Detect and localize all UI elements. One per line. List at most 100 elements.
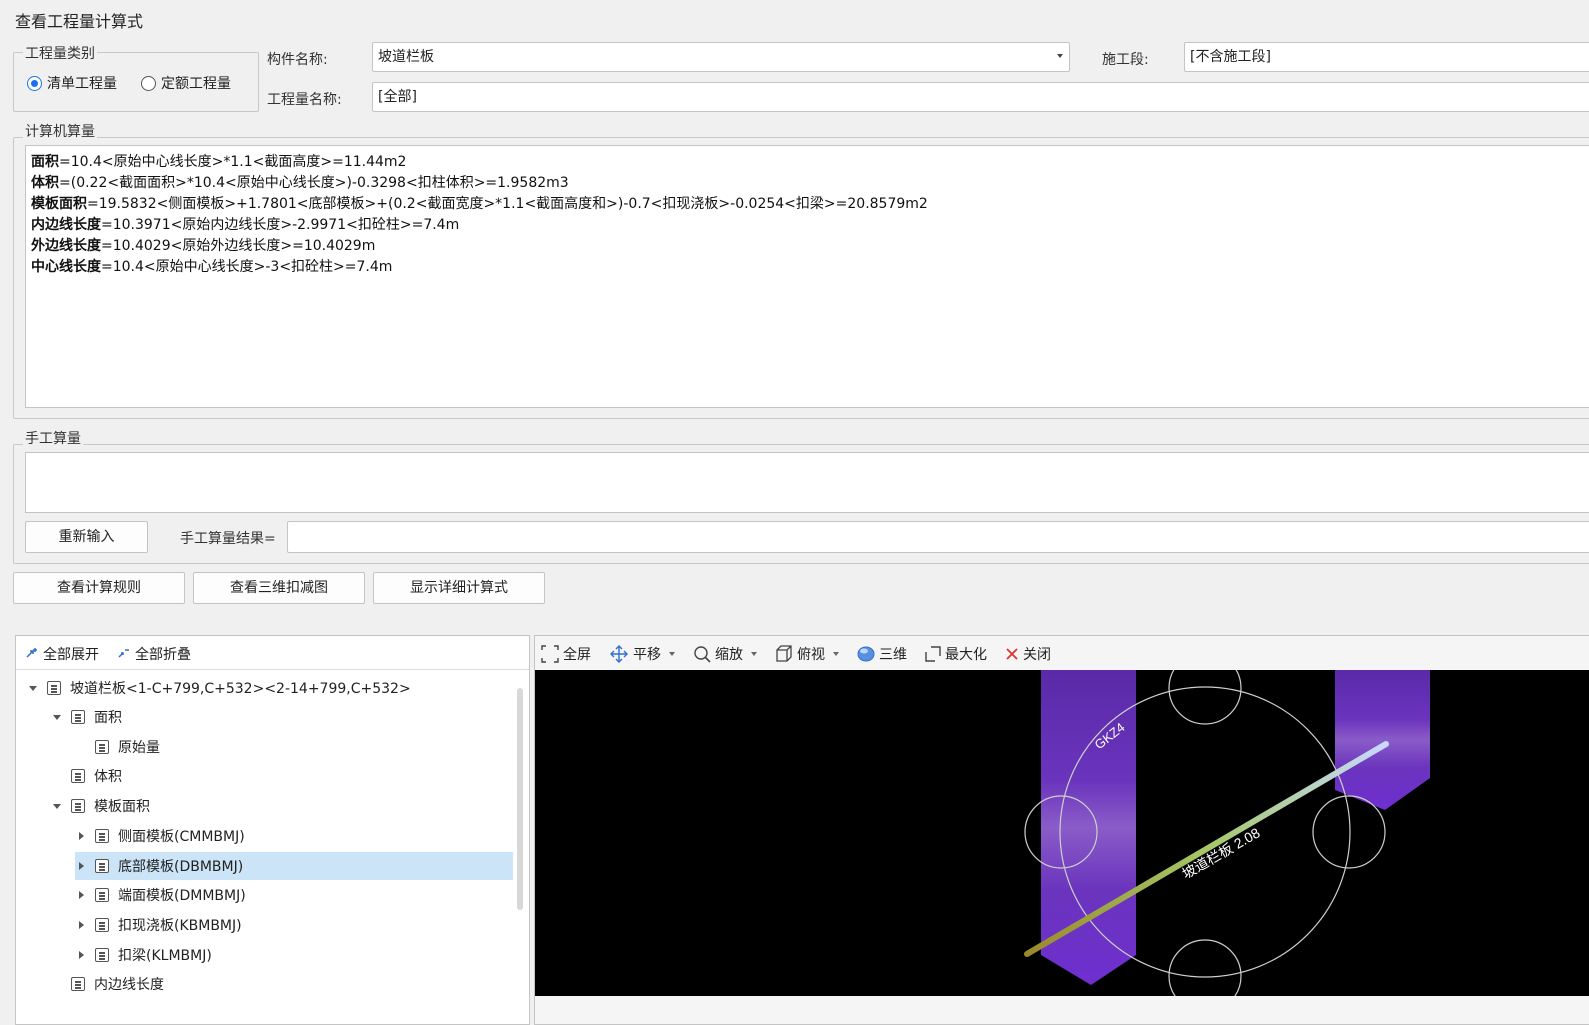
expanded-caret-icon	[27, 682, 39, 694]
collapsed-caret-icon	[75, 860, 87, 872]
tree-node-bottom[interactable]: 底部模板(DBMBMJ)	[75, 852, 513, 880]
close-label: 关闭	[1023, 647, 1051, 663]
pan-label: 平移	[633, 647, 661, 663]
tree-node-label: 模板面积	[94, 799, 150, 815]
pan-button[interactable]: 平移	[609, 644, 675, 664]
3d-view-button[interactable]: 三维	[857, 644, 907, 664]
chevron-down-icon	[669, 652, 675, 656]
zoom-icon	[694, 646, 711, 663]
zoom-button[interactable]: 缩放	[693, 644, 757, 664]
quantity-name-value: [全部]	[378, 89, 417, 105]
tree-node-label: 侧面模板(CMMBMJ)	[118, 829, 245, 845]
fullscreen-label: 全屏	[563, 647, 591, 663]
3d-viewport[interactable]: GKZ4 坡道栏板 2.08	[535, 670, 1589, 996]
component-select[interactable]: 坡道栏板	[372, 42, 1070, 72]
window-title: 查看工程量计算式	[15, 12, 144, 31]
manual-result-label: 手工算量结果=	[180, 531, 276, 547]
pan-icon	[610, 645, 628, 663]
tree-node-root[interactable]: 坡道栏板<1-C+799,C+532><2-14+799,C+532>	[27, 674, 411, 702]
component-value: 坡道栏板	[378, 49, 434, 65]
view-3d-deduction-button[interactable]: 查看三维扣减图	[193, 572, 365, 604]
chevron-down-icon	[833, 652, 839, 656]
tree-node-formwork[interactable]: 模板面积	[51, 792, 150, 820]
computer-formula-area[interactable]: 面积=10.4<原始中心线长度>*1.1<截面高度>=11.44m2 体积=(0…	[25, 145, 1589, 408]
document-icon	[71, 977, 85, 991]
stage-field[interactable]: [不含施工段]	[1184, 42, 1589, 72]
manual-quantity-legend: 手工算量	[23, 428, 83, 448]
manual-formula-input[interactable]	[25, 452, 1589, 513]
tree-node-label: 底部模板(DBMBMJ)	[118, 859, 244, 875]
collapsed-caret-icon	[75, 889, 87, 901]
fullscreen-button[interactable]: 全屏	[541, 644, 591, 664]
radio-quota-label: 定额工程量	[161, 76, 231, 92]
tree-node-inner[interactable]: 内边线长度	[51, 970, 164, 998]
cube-icon	[776, 645, 792, 662]
stage-label: 施工段:	[1102, 52, 1149, 68]
tree-node-label: 扣梁(KLMBMJ)	[118, 948, 212, 964]
tree-scrollbar[interactable]	[517, 688, 523, 910]
maximize-label: 最大化	[945, 647, 987, 663]
tree-node-slab[interactable]: 扣现浇板(KBMBMJ)	[75, 911, 242, 939]
radio-bill-label: 清单工程量	[47, 76, 117, 92]
tree-toolbar: 全部展开 全部折叠	[25, 636, 209, 672]
radio-checked-icon	[27, 75, 42, 91]
quantity-name-label: 工程量名称:	[267, 92, 342, 108]
radio-bill-quantity[interactable]: 清单工程量	[27, 73, 117, 93]
tree-node-beam[interactable]: 扣梁(KLMBMJ)	[75, 941, 212, 969]
collapse-all-button[interactable]: 全部折叠	[117, 644, 191, 664]
collapsed-caret-icon	[75, 949, 87, 961]
document-icon	[95, 859, 109, 873]
radio-quota-quantity[interactable]: 定额工程量	[141, 73, 231, 93]
tree-node-area-raw[interactable]: 原始量	[75, 733, 160, 761]
expanded-caret-icon	[51, 800, 63, 812]
document-icon	[71, 710, 85, 724]
manual-result-field[interactable]	[287, 521, 1589, 553]
tree-node-side[interactable]: 侧面模板(CMMBMJ)	[75, 822, 245, 850]
formula-line: 面积=10.4<原始中心线长度>*1.1<截面高度>=11.44m2	[31, 154, 407, 170]
close-icon	[1006, 648, 1018, 660]
tree-node-label: 坡道栏板<1-C+799,C+532><2-14+799,C+532>	[70, 681, 411, 697]
document-icon	[95, 888, 109, 902]
collapsed-caret-icon	[75, 830, 87, 842]
tree-node-label: 内边线长度	[94, 977, 164, 993]
tree-node-area[interactable]: 面积	[51, 703, 122, 731]
collapsed-caret-icon	[75, 919, 87, 931]
tree-node-end[interactable]: 端面模板(DMMBMJ)	[75, 881, 246, 909]
formula-line: 中心线长度=10.4<原始中心线长度>-3<扣砼柱>=7.4m	[31, 259, 393, 275]
document-icon	[71, 769, 85, 783]
expanded-caret-icon	[51, 711, 63, 723]
reinput-button[interactable]: 重新输入	[25, 521, 148, 553]
expand-all-button[interactable]: 全部展开	[25, 644, 99, 664]
close-view-button[interactable]: 关闭	[1005, 644, 1051, 664]
radio-unchecked-icon	[141, 75, 156, 91]
document-icon	[47, 681, 61, 695]
chevron-down-icon	[1057, 54, 1063, 58]
tree-node-label: 扣现浇板(KBMBMJ)	[118, 918, 242, 934]
document-icon	[95, 948, 109, 962]
document-icon	[95, 918, 109, 932]
maximize-icon	[925, 646, 941, 662]
quantity-name-select[interactable]: [全部]	[372, 82, 1589, 112]
collapse-all-label: 全部折叠	[135, 647, 191, 663]
collapse-all-icon	[118, 649, 129, 658]
category-legend: 工程量类别	[23, 43, 97, 63]
stage-value: [不含施工段]	[1190, 49, 1271, 65]
zoom-label: 缩放	[715, 647, 743, 663]
3d-view-label: 三维	[879, 647, 907, 663]
tree-divider	[16, 669, 529, 670]
tree-node-volume[interactable]: 体积	[51, 762, 122, 790]
view-toolbar: 全屏 平移 缩放 俯视 三维 最大化 关闭	[541, 636, 1069, 672]
computer-quantity-legend: 计算机算量	[23, 121, 97, 141]
expand-all-icon	[26, 648, 37, 658]
chevron-down-icon	[751, 652, 757, 656]
formula-line: 外边线长度=10.4029<原始外边线长度>=10.4029m	[31, 238, 376, 254]
component-label: 构件名称:	[267, 52, 328, 68]
maximize-button[interactable]: 最大化	[925, 644, 987, 664]
top-view-label: 俯视	[797, 647, 825, 663]
view-rules-button[interactable]: 查看计算规则	[13, 572, 185, 604]
expand-all-label: 全部展开	[43, 647, 99, 663]
show-detail-formula-button[interactable]: 显示详细计算式	[373, 572, 545, 604]
document-icon	[71, 799, 85, 813]
tree-node-label: 端面模板(DMMBMJ)	[118, 888, 246, 904]
top-view-button[interactable]: 俯视	[775, 644, 839, 664]
